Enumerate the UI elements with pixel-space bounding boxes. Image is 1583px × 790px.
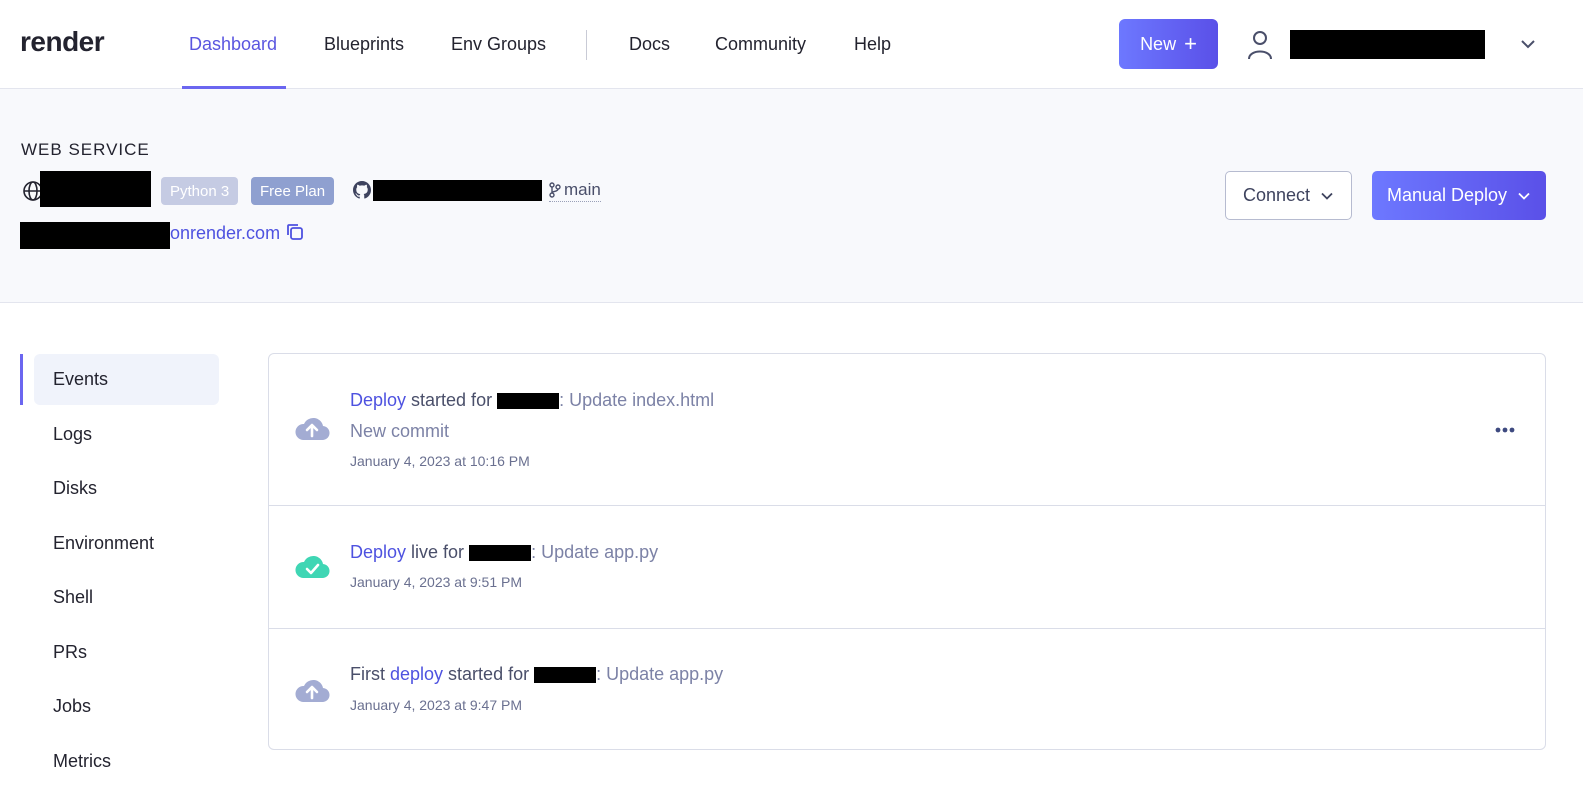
connect-button-label: Connect (1242, 185, 1311, 205)
user-icon (1248, 31, 1272, 60)
connect-button[interactable]: Connect (1225, 171, 1352, 220)
service-url-link[interactable]: onrender.com (170, 223, 280, 244)
deploy-link[interactable]: Deploy (350, 542, 406, 562)
chevron-down-icon (1518, 192, 1530, 200)
runtime-badge: Python 3 (161, 177, 239, 205)
git-branch-icon (549, 182, 561, 198)
nav-divider (586, 30, 587, 60)
nav-community[interactable]: Community (715, 34, 806, 55)
redacted-commit (534, 667, 597, 684)
deploy-link[interactable]: Deploy (350, 390, 406, 410)
list-item: Deploy live for : Update app.py January … (269, 506, 1545, 629)
cloud-upload-icon (295, 679, 330, 703)
event-action: live for (406, 542, 470, 562)
nav-help[interactable]: Help (854, 34, 891, 55)
redacted-commit (497, 393, 560, 410)
redacted-account-name (1290, 30, 1485, 59)
event-summary: Deploy live for : Update app.py (350, 542, 658, 563)
list-item: Deploy started for : Update index.html N… (269, 354, 1545, 506)
event-timestamp: January 4, 2023 at 10:16 PM (350, 453, 530, 469)
events-list: Deploy started for : Update index.html N… (268, 353, 1546, 750)
event-action: started for (443, 664, 535, 684)
branch-link[interactable]: main (549, 180, 601, 202)
service-type-label: WEB SERVICE (21, 140, 150, 159)
commit-message[interactable]: : Update app.py (531, 542, 658, 562)
redacted-service-name (40, 171, 151, 207)
nav-env-groups[interactable]: Env Groups (451, 34, 546, 55)
chevron-down-icon[interactable] (1518, 34, 1538, 54)
event-timestamp: January 4, 2023 at 9:47 PM (350, 697, 522, 713)
event-summary: Deploy started for : Update index.html (350, 390, 714, 411)
copy-icon[interactable] (285, 222, 305, 242)
sidebar-item-shell[interactable]: Shell (34, 572, 219, 623)
redacted-repo-name (373, 180, 542, 201)
github-icon (353, 181, 371, 199)
event-timestamp: January 4, 2023 at 9:51 PM (350, 574, 522, 590)
nav-dashboard[interactable]: Dashboard (189, 34, 277, 55)
redacted-commit (469, 545, 532, 562)
service-header: WEB SERVICE Python 3 Free Plan main onre… (0, 89, 1583, 303)
sidebar-item-jobs[interactable]: Jobs (34, 681, 219, 732)
event-summary: First deploy started for : Update app.py (350, 664, 723, 685)
event-subtitle: New commit (350, 421, 450, 441)
more-options-icon[interactable] (1493, 425, 1517, 435)
sidebar-item-events[interactable]: Events (34, 354, 219, 405)
event-action: started for (406, 390, 498, 410)
list-item: First deploy started for : Update app.py… (269, 629, 1545, 749)
sidebar-item-environment[interactable]: Environment (34, 518, 219, 569)
manual-deploy-label: Manual Deploy (1386, 185, 1508, 205)
redacted-url-prefix (20, 222, 170, 249)
cloud-check-icon (295, 555, 330, 579)
event-prefix: First (350, 664, 390, 684)
new-button[interactable]: New + (1119, 19, 1218, 69)
commit-message[interactable]: : Update app.py (596, 664, 723, 684)
nav-blueprints[interactable]: Blueprints (324, 34, 404, 55)
chevron-down-icon (1321, 192, 1333, 200)
plus-icon: + (1184, 31, 1197, 56)
sidebar-item-metrics[interactable]: Metrics (34, 736, 219, 787)
new-button-label: New (1140, 33, 1177, 54)
nav-docs[interactable]: Docs (629, 34, 670, 55)
sidebar-item-disks[interactable]: Disks (34, 463, 219, 514)
sidebar-item-prs[interactable]: PRs (34, 627, 219, 678)
plan-badge: Free Plan (251, 177, 335, 205)
top-navigation: render Dashboard Blueprints Env Groups D… (0, 0, 1583, 89)
commit-message[interactable]: : Update index.html (559, 390, 714, 410)
render-logo[interactable]: render (20, 26, 105, 58)
cloud-upload-icon (295, 417, 330, 441)
deploy-link[interactable]: deploy (390, 664, 443, 684)
branch-name: main (564, 180, 601, 199)
sidebar-active-indicator (20, 354, 23, 405)
sidebar-item-logs[interactable]: Logs (34, 409, 219, 460)
avatar[interactable] (1234, 19, 1286, 71)
manual-deploy-button[interactable]: Manual Deploy (1372, 171, 1546, 220)
